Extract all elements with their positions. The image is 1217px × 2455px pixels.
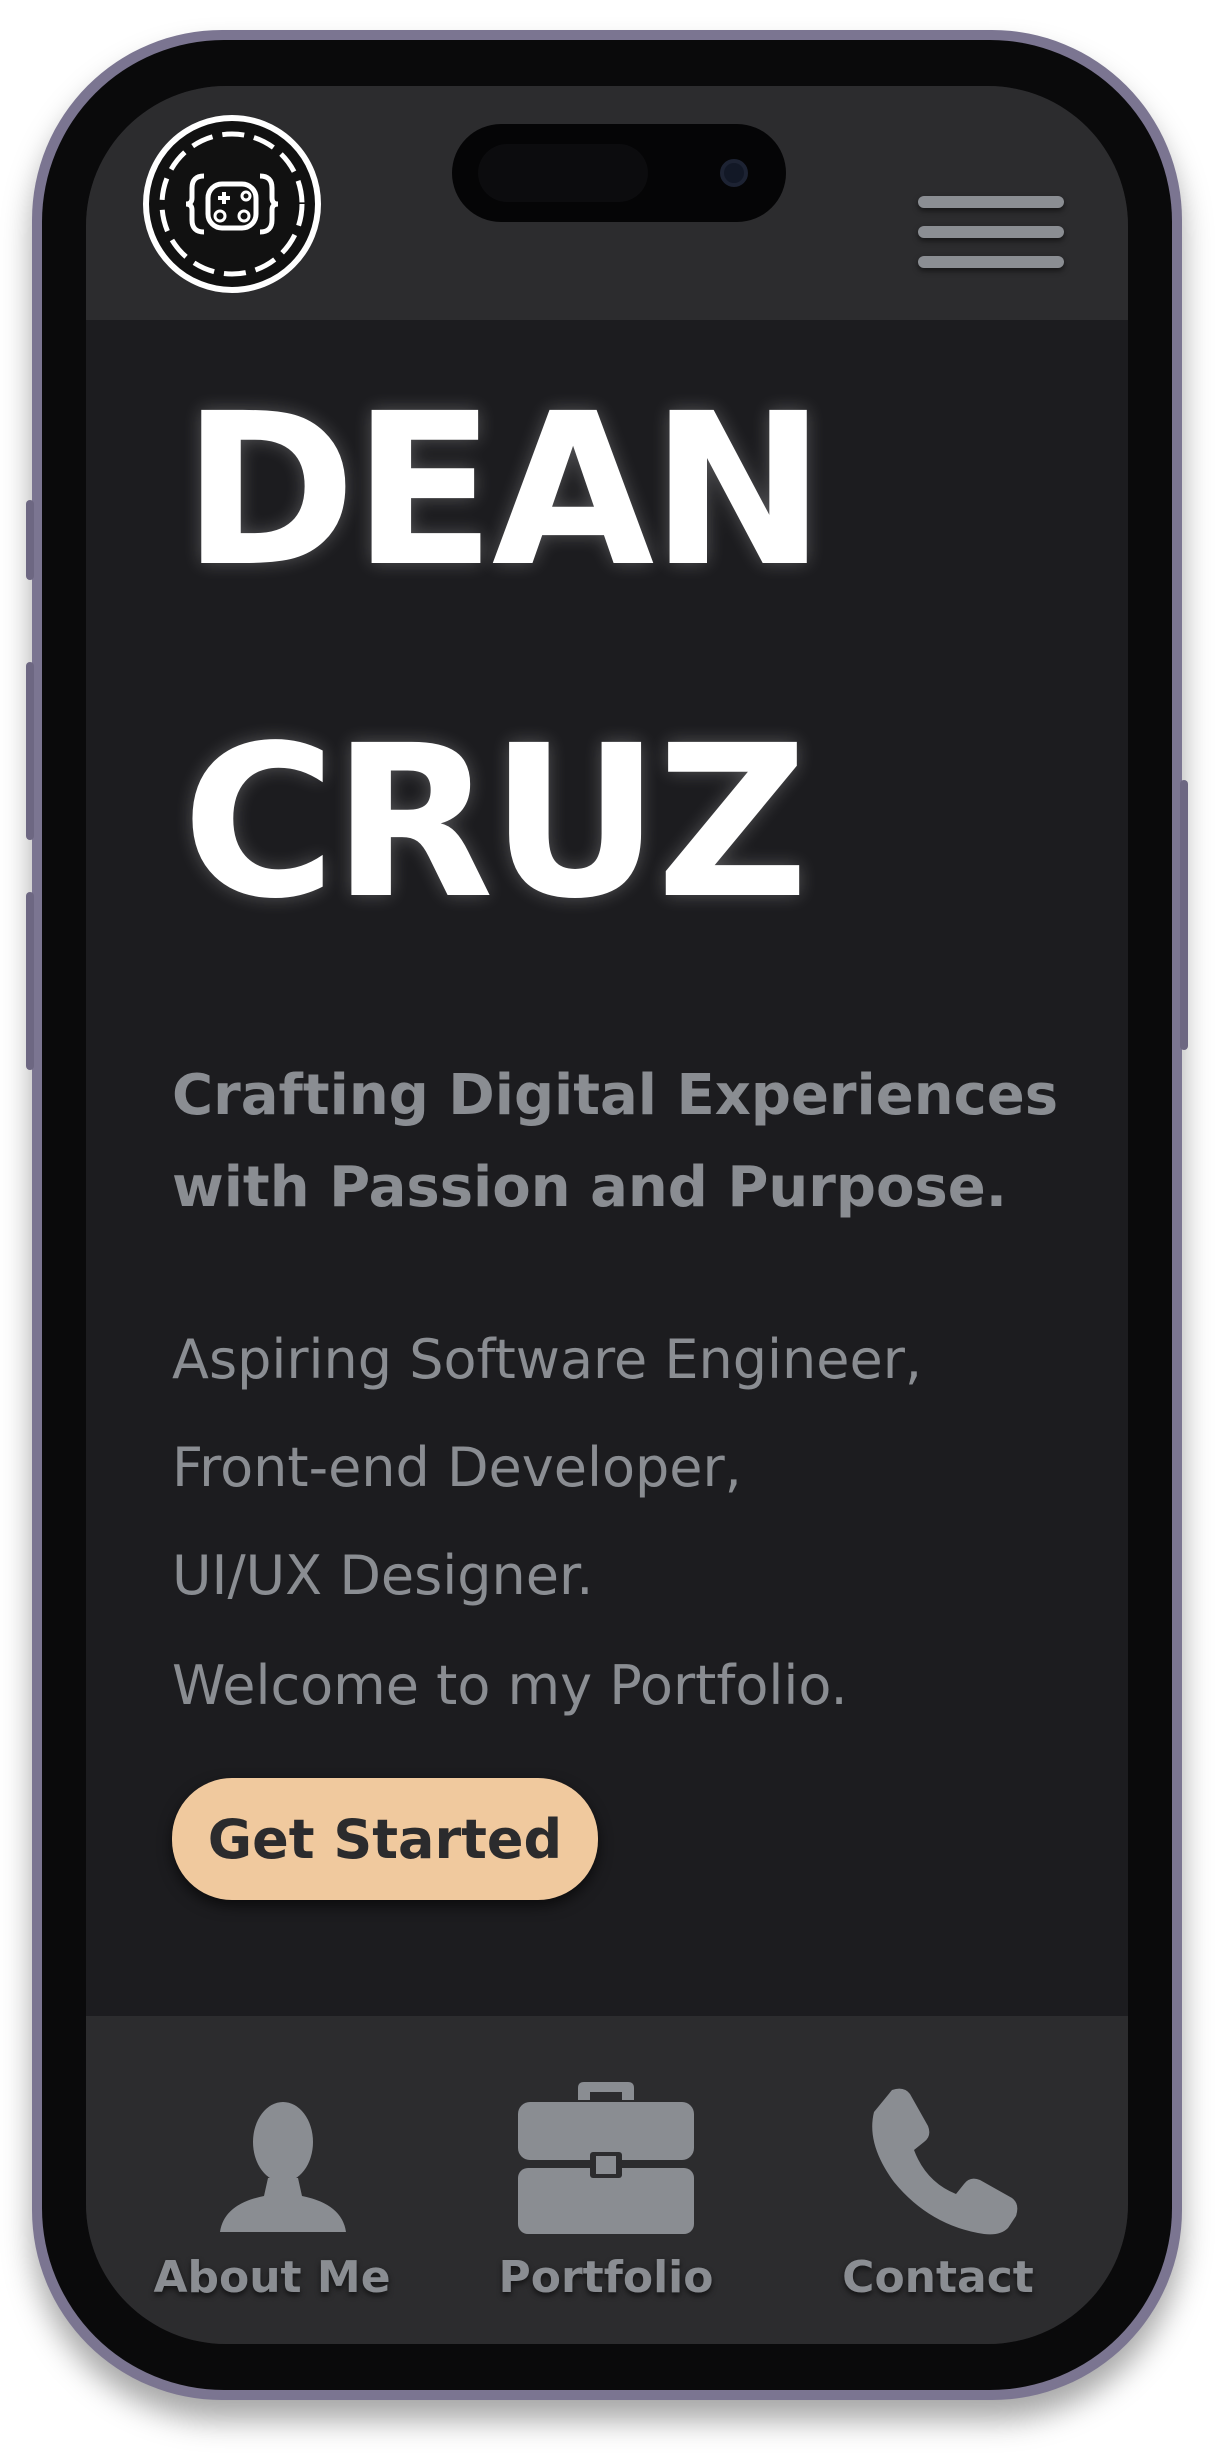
top-header xyxy=(86,86,1128,320)
welcome-text: Welcome to my Portfolio. xyxy=(172,1654,848,1717)
phone-bezel: DEAN CRUZ Crafting Digital Experiences w… xyxy=(42,40,1172,2390)
nav-label: About Me xyxy=(153,2252,391,2303)
menu-bar xyxy=(918,256,1064,268)
dynamic-island xyxy=(452,124,786,222)
tagline: Crafting Digital Experiences with Passio… xyxy=(172,1050,1072,1234)
menu-bar xyxy=(918,196,1064,208)
volume-up-button xyxy=(26,662,34,840)
camera-icon xyxy=(720,159,748,187)
hero-last-name: CRUZ xyxy=(182,700,809,945)
role-item: Front-end Developer, xyxy=(172,1436,742,1499)
nav-label: Contact xyxy=(842,2252,1034,2303)
person-icon xyxy=(220,2102,346,2232)
volume-down-button xyxy=(26,892,34,1070)
get-started-button[interactable]: Get Started xyxy=(172,1778,598,1900)
menu-bar xyxy=(918,226,1064,238)
mute-switch xyxy=(26,500,34,580)
tagline-line: Crafting Digital Experiences xyxy=(172,1063,1059,1128)
logo-icon[interactable] xyxy=(142,114,322,294)
nav-portfolio[interactable]: Portfolio xyxy=(486,2016,726,2344)
bottom-nav: About Me Portfolio Contact xyxy=(86,2016,1128,2344)
phone-icon xyxy=(872,2088,1018,2235)
role-item: Aspiring Software Engineer, xyxy=(172,1328,923,1391)
power-button xyxy=(1180,780,1188,1050)
nav-about-me[interactable]: About Me xyxy=(152,2016,392,2344)
phone-frame: DEAN CRUZ Crafting Digital Experiences w… xyxy=(26,30,1188,2400)
island-sensor xyxy=(478,144,648,202)
hero-first-name: DEAN xyxy=(182,368,826,613)
screen: DEAN CRUZ Crafting Digital Experiences w… xyxy=(86,86,1128,2344)
role-item: UI/UX Designer. xyxy=(172,1544,594,1607)
briefcase-icon xyxy=(518,2082,694,2234)
tagline-line: with Passion and Purpose. xyxy=(172,1155,1007,1220)
nav-contact[interactable]: Contact xyxy=(818,2016,1058,2344)
hamburger-icon[interactable] xyxy=(918,196,1068,274)
nav-label: Portfolio xyxy=(498,2252,714,2303)
roles-list: Aspiring Software Engineer, Front-end De… xyxy=(172,1306,1072,1630)
